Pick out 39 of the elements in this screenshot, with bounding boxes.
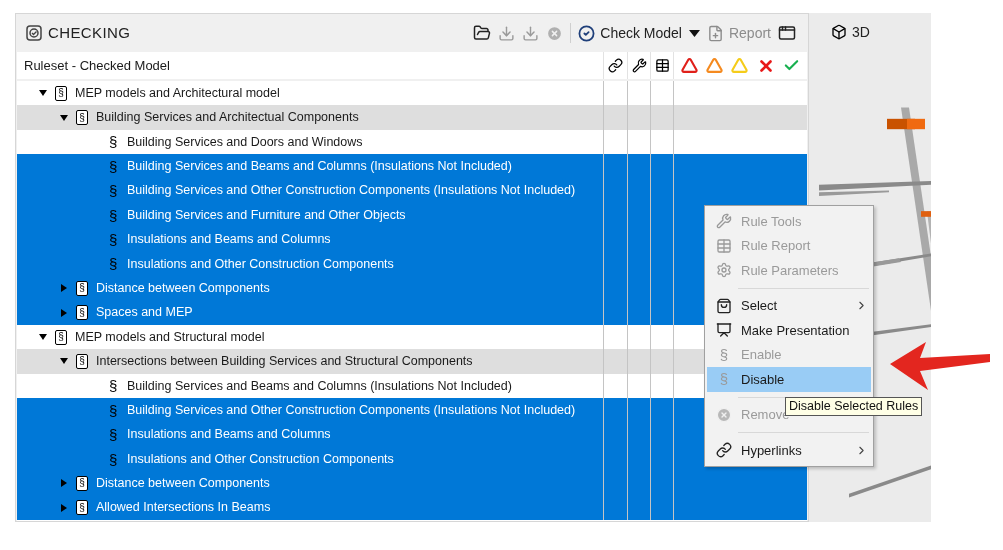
ruleset-icon: §	[76, 305, 88, 321]
ruleset-icon: §	[76, 280, 88, 296]
rule-label: Building Services and Furniture and Other Objects	[127, 206, 406, 224]
rule-icon: §	[109, 256, 119, 272]
ruleset-icon: §	[76, 110, 88, 126]
ruleset-icon: §	[55, 329, 67, 345]
rule-label: Insulations and Beams and Columns	[127, 231, 331, 249]
ruleset-icon: §	[55, 85, 67, 101]
rule-icon: §	[109, 402, 119, 418]
rule-icon: §	[109, 378, 119, 394]
column-header: Ruleset - Checked Model	[24, 56, 170, 75]
ruleset-icon: §	[76, 500, 88, 516]
rule-label: Building Services and Beams and Columns (Insulations Not Included)	[127, 377, 512, 395]
rule-icon: §	[109, 427, 119, 443]
ruleset-label: Spaces and MEP	[96, 304, 193, 322]
tooltip: Disable Selected Rules	[785, 397, 923, 416]
rule-icon: §	[109, 207, 119, 223]
rule-icon: §	[109, 183, 119, 199]
rule-icon: §	[109, 232, 119, 248]
rule-label: Building Services and Beams and Columns (Insulations Not Included)	[127, 158, 512, 175]
ruleset-label: MEP models and Architectural model	[75, 84, 280, 102]
ruleset-label: Intersections between Building Services and Structural Components	[96, 353, 473, 371]
ruleset-icon: §	[76, 354, 88, 369]
rule-label: Insulations and Other Construction Components	[127, 450, 394, 468]
rule-icon: §	[109, 134, 119, 150]
rule-label: Insulations and Other Construction Components	[127, 255, 394, 273]
rule-icon: §	[109, 451, 119, 467]
ruleset-label: Distance between Components	[96, 279, 270, 297]
panel-title: CHECKING	[48, 22, 131, 43]
rule-label: Insulations and Beams and Columns	[127, 426, 331, 444]
ruleset-icon: §	[76, 475, 88, 491]
rule-label: Building Services and Doors and Windows	[127, 133, 363, 151]
ruleset-label: Building Services and Architectual Components	[96, 109, 359, 127]
rule-icon: §	[109, 158, 119, 174]
ruleset-label: MEP models and Structural model	[75, 328, 265, 346]
rule-label: Building Services and Other Construction Components (Insulations Not Included)	[127, 401, 576, 419]
ruleset-label: Distance between Components	[96, 475, 270, 493]
ruleset-label: Allowed Intersections In Beams	[96, 499, 271, 517]
rule-label: Building Services and Other Construction Components (Insulations Not Included)	[127, 182, 576, 200]
